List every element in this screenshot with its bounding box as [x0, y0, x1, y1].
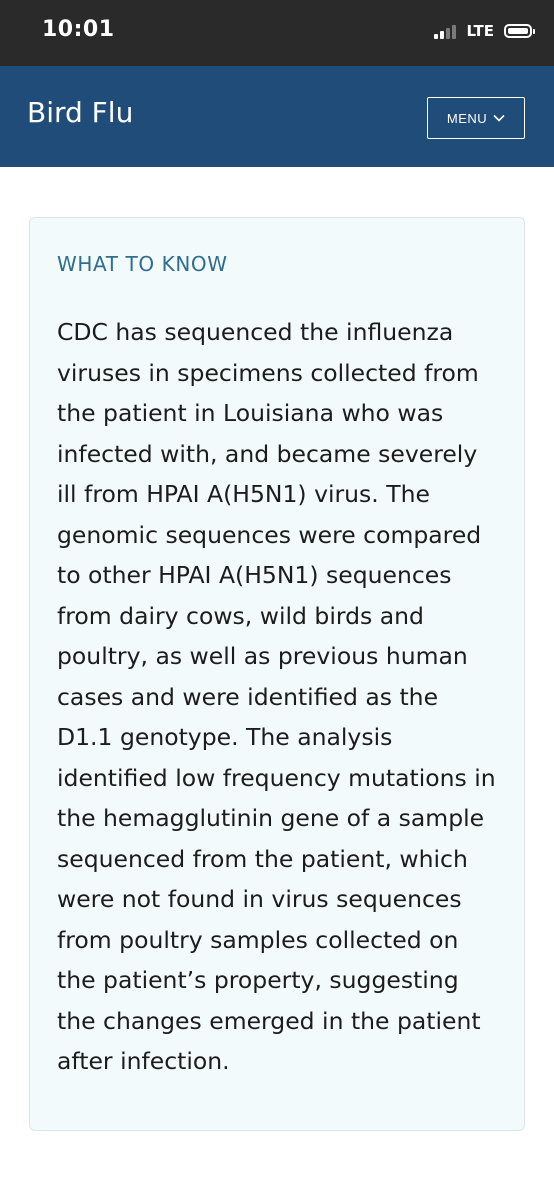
signal-bars-icon: [434, 23, 457, 39]
card-heading: WHAT TO KNOW: [57, 252, 228, 276]
page-title: Bird Flu: [27, 96, 134, 129]
menu-button-label: MENU: [446, 110, 488, 126]
site-header: Bird Flu MENU: [0, 66, 554, 167]
status-bar: 10:01 LTE: [0, 0, 554, 66]
status-time: 10:01: [42, 17, 115, 42]
network-type: LTE: [466, 22, 494, 40]
card-body-text: CDC has sequenced the influenza viruses …: [57, 318, 496, 1075]
chevron-down-icon: [493, 114, 505, 122]
menu-button[interactable]: MENU: [427, 97, 525, 139]
what-to-know-card: WHAT TO KNOW CDC has sequenced the influ…: [29, 217, 525, 1131]
battery-icon: [504, 24, 535, 38]
status-indicators: LTE: [434, 22, 535, 40]
